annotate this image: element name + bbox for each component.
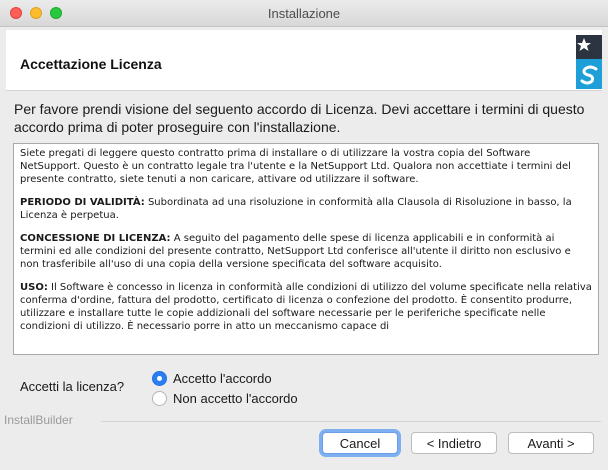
page-header: Accettazione Licenza bbox=[6, 30, 602, 91]
installbuilder-brand: InstallBuilder bbox=[4, 413, 73, 427]
cancel-button[interactable]: Cancel bbox=[322, 432, 398, 454]
license-heading: PERIODO DI VALIDITÀ: bbox=[20, 197, 145, 208]
window-title: Installazione bbox=[267, 6, 341, 21]
license-text-area[interactable]: Siete pregati di leggere questo contratt… bbox=[13, 143, 599, 355]
radio-button-checked[interactable] bbox=[152, 370, 167, 386]
footer-divider bbox=[101, 421, 601, 422]
license-paragraph: CONCESSIONE DI LICENZA: A seguito del pa… bbox=[20, 232, 592, 271]
license-paragraph: Siete pregati di leggere questo contratt… bbox=[20, 148, 571, 185]
license-paragraph-text: Il Software è concesso in licenza in con… bbox=[20, 282, 592, 332]
title-bar[interactable]: Installazione bbox=[0, 0, 608, 27]
accept-radio-option[interactable]: Accetto l'accordo bbox=[152, 369, 272, 387]
next-button[interactable]: Avanti > bbox=[508, 432, 594, 454]
accept-license-question: Accetti la licenza? bbox=[20, 379, 125, 394]
radio-button-unchecked[interactable] bbox=[152, 390, 167, 406]
license-heading: CONCESSIONE DI LICENZA: bbox=[20, 233, 171, 244]
radio-label[interactable]: Accetto l'accordo bbox=[173, 371, 272, 386]
license-paragraph: USO: Il Software è concesso in licenza i… bbox=[20, 281, 592, 333]
license-heading: USO: bbox=[20, 282, 48, 293]
netsupport-logo-icon bbox=[576, 35, 602, 89]
back-button[interactable]: < Indietro bbox=[411, 432, 497, 454]
radio-label[interactable]: Non accetto l'accordo bbox=[173, 391, 298, 406]
page-title: Accettazione Licenza bbox=[20, 56, 162, 72]
license-paragraph: PERIODO DI VALIDITÀ: Subordinata ad una … bbox=[20, 196, 592, 222]
intro-text: Per favore prendi visione del seguento a… bbox=[14, 101, 585, 135]
decline-radio-option[interactable]: Non accetto l'accordo bbox=[152, 389, 298, 407]
installer-window: Installazione Accettazione Licenza Per f… bbox=[0, 0, 608, 470]
